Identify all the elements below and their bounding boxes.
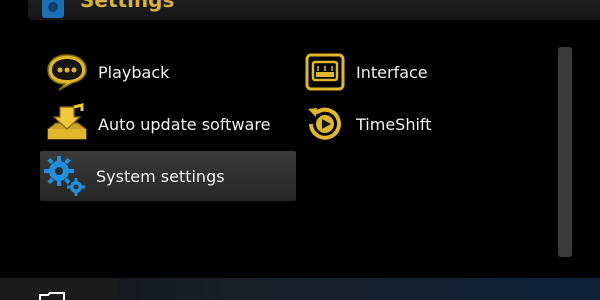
menu-item-label: System settings xyxy=(96,166,225,186)
menu-item-interface[interactable]: Interface xyxy=(300,47,540,97)
menu-item-label: Interface xyxy=(356,62,428,82)
download-box-icon xyxy=(42,99,92,149)
gear-icon xyxy=(42,0,64,18)
menu-item-label: Playback xyxy=(98,62,170,82)
speech-bubble-icon xyxy=(42,47,92,97)
gears-icon xyxy=(40,151,90,201)
menu-item-label: Auto update software xyxy=(98,114,271,134)
scrollbar[interactable] xyxy=(558,47,572,257)
settings-screen: Settings Playback Interface Auto update … xyxy=(0,0,600,300)
header-bar: Settings xyxy=(28,0,600,20)
menu-item-playback[interactable]: Playback xyxy=(42,47,292,97)
menu-item-auto-update-software[interactable]: Auto update software xyxy=(42,99,292,149)
menu-item-label: TimeShift xyxy=(356,114,432,134)
menu-item-system-settings[interactable]: System settings xyxy=(40,151,296,201)
timeshift-play-icon xyxy=(300,99,350,149)
menu-item-timeshift[interactable]: TimeShift xyxy=(300,99,540,149)
folder-icon xyxy=(39,292,65,300)
page-title: Settings xyxy=(80,0,175,12)
tv-screen-icon xyxy=(300,47,350,97)
